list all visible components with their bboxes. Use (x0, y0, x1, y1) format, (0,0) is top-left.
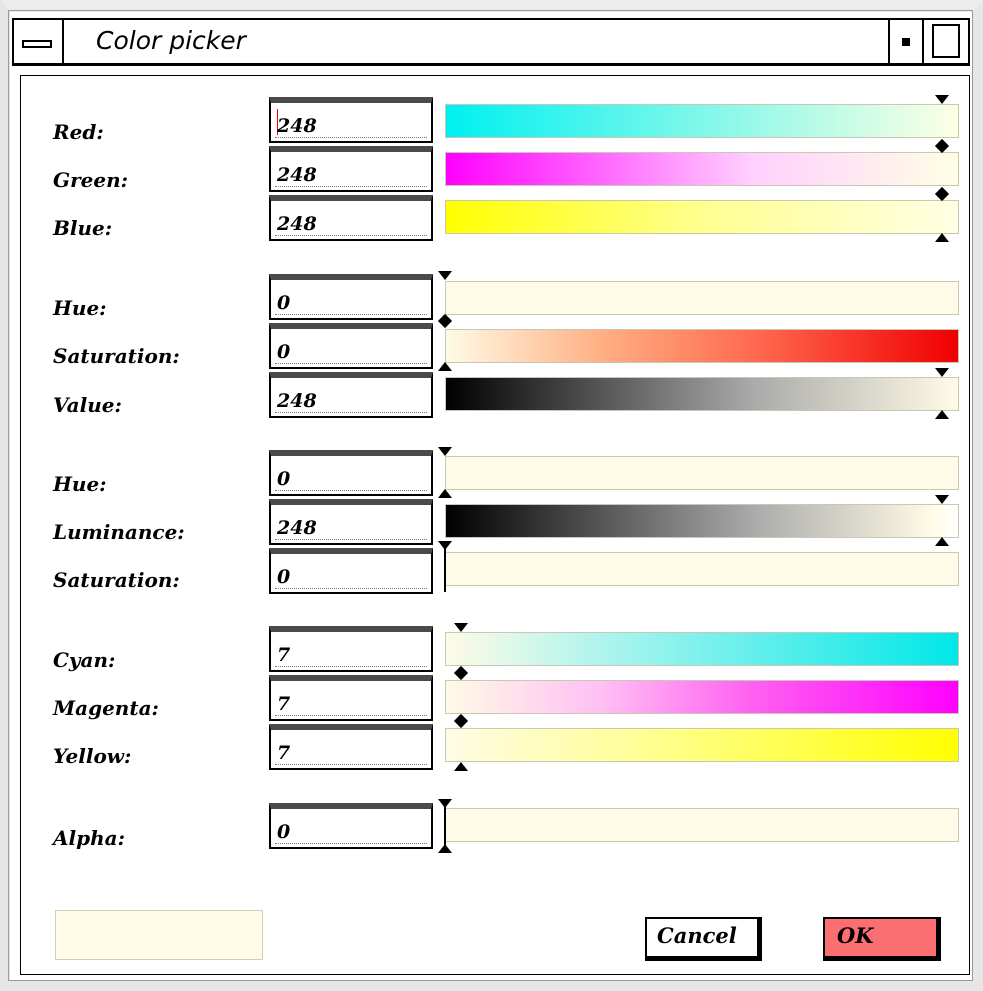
minimize-button[interactable] (888, 20, 924, 63)
hls-luminance-slider-thumb[interactable] (935, 495, 949, 504)
hls-saturation-slider-track[interactable] (445, 552, 959, 586)
hsv-saturation-slider-track[interactable] (445, 329, 959, 363)
hsv-value-value: 248 (277, 390, 317, 412)
blue-input[interactable]: 248 (269, 195, 433, 241)
blue-label: Blue: (53, 216, 113, 240)
green-label: Green: (53, 168, 128, 192)
hls-hue-value: 0 (277, 468, 291, 490)
magenta-input[interactable]: 7 (269, 675, 433, 721)
hsv-saturation-value: 0 (277, 341, 291, 363)
cyan-slider-track[interactable] (445, 632, 959, 666)
hsv-saturation-label: Saturation: (53, 344, 180, 368)
hsv-value-slider-thumb[interactable] (935, 368, 949, 377)
yellow-label: Yellow: (53, 744, 132, 768)
blue-value: 248 (277, 213, 317, 235)
hsv-hue-slider-track[interactable] (445, 281, 959, 315)
yellow-value: 7 (277, 742, 291, 764)
color-preview-swatch (55, 910, 263, 960)
hls-hue-slider-track[interactable] (445, 456, 959, 490)
green-value: 248 (277, 164, 317, 186)
slider-bar (444, 806, 446, 846)
maximize-button[interactable] (926, 20, 968, 63)
alpha-slider-track[interactable] (445, 808, 959, 842)
hls-luminance-input[interactable]: 248 (269, 499, 433, 545)
window-menu-button[interactable] (14, 20, 64, 63)
alpha-value: 0 (277, 821, 291, 843)
hsv-value-slider-track[interactable] (445, 377, 959, 411)
slider-end-marker (935, 537, 949, 546)
hls-hue-input[interactable]: 0 (269, 450, 433, 496)
hls-saturation-input[interactable]: 0 (269, 548, 433, 594)
red-slider-thumb[interactable] (935, 95, 949, 104)
slider-bar (444, 548, 446, 592)
hsv-hue-slider-thumb[interactable] (438, 271, 452, 280)
slider-end-marker (935, 410, 949, 419)
red-slider-track[interactable] (445, 104, 959, 138)
cancel-button[interactable]: Cancel (645, 917, 762, 961)
minimize-icon (902, 38, 910, 46)
hls-saturation-label: Saturation: (53, 568, 180, 592)
red-label: Red: (53, 120, 104, 144)
hsv-hue-label: Hue: (53, 296, 107, 320)
hsv-value-input[interactable]: 248 (269, 372, 433, 418)
slider-end-marker (438, 489, 452, 498)
hls-luminance-slider-track[interactable] (445, 504, 959, 538)
hsv-hue-input[interactable]: 0 (269, 274, 433, 320)
magenta-slider-track[interactable] (445, 680, 959, 714)
yellow-slider-track[interactable] (445, 728, 959, 762)
cyan-value: 7 (277, 644, 291, 666)
window-title: Color picker (96, 26, 246, 55)
hls-luminance-value: 248 (277, 517, 317, 539)
blue-slider-track[interactable] (445, 200, 959, 234)
slider-end-marker (454, 762, 468, 771)
hsv-hue-value: 0 (277, 292, 291, 314)
green-input[interactable]: 248 (269, 146, 433, 192)
maximize-icon (932, 24, 960, 58)
slider-end-marker (935, 233, 949, 242)
title-bar[interactable]: Color picker (12, 18, 970, 66)
cyan-input[interactable]: 7 (269, 626, 433, 672)
yellow-input[interactable]: 7 (269, 724, 433, 770)
hls-hue-slider-thumb[interactable] (438, 447, 452, 456)
slider-end-marker (438, 362, 452, 371)
cyan-slider-thumb[interactable] (454, 623, 468, 632)
hsv-value-label: Value: (53, 393, 122, 417)
hls-luminance-label: Luminance: (53, 520, 185, 544)
hls-hue-label: Hue: (53, 472, 107, 496)
cyan-label: Cyan: (53, 648, 116, 672)
hls-saturation-value: 0 (277, 566, 291, 588)
red-input[interactable]: 248 (269, 97, 433, 143)
window-menu-icon (22, 40, 52, 48)
alpha-input[interactable]: 0 (269, 803, 433, 849)
magenta-value: 7 (277, 693, 291, 715)
ok-button[interactable]: OK (823, 917, 941, 961)
magenta-label: Magenta: (53, 696, 159, 720)
hsv-saturation-input[interactable]: 0 (269, 323, 433, 369)
slider-end-marker (438, 844, 452, 853)
green-slider-track[interactable] (445, 152, 959, 186)
red-value: 248 (277, 115, 317, 137)
alpha-label: Alpha: (53, 826, 125, 850)
